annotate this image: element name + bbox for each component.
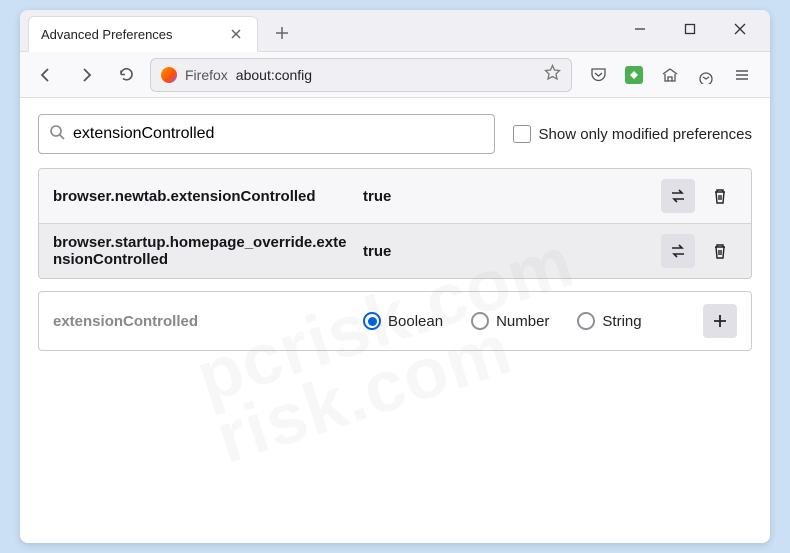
search-box[interactable] bbox=[38, 114, 495, 154]
radio-icon bbox=[471, 312, 489, 330]
radio-label: Boolean bbox=[388, 313, 443, 330]
new-tab-button[interactable] bbox=[266, 17, 298, 49]
extension-icon[interactable] bbox=[622, 63, 646, 87]
close-window-button[interactable] bbox=[726, 15, 754, 43]
radio-icon bbox=[577, 312, 595, 330]
radio-label: Number bbox=[496, 313, 549, 330]
back-button[interactable] bbox=[30, 59, 62, 91]
titlebar: Advanced Preferences bbox=[20, 10, 770, 52]
url-label: Firefox bbox=[185, 67, 228, 83]
bookmark-star-icon[interactable] bbox=[544, 64, 561, 86]
preference-row: browser.startup.homepage_override.extens… bbox=[39, 224, 751, 278]
checkbox-icon[interactable] bbox=[513, 125, 531, 143]
pocket-icon[interactable] bbox=[586, 63, 610, 87]
search-icon bbox=[49, 124, 65, 145]
pref-value: true bbox=[363, 188, 661, 205]
pref-name: browser.startup.homepage_override.extens… bbox=[53, 234, 363, 268]
browser-tab[interactable]: Advanced Preferences bbox=[28, 16, 258, 52]
add-preference-row: extensionControlled Boolean Number Strin… bbox=[38, 291, 752, 351]
maximize-button[interactable] bbox=[676, 15, 704, 43]
account-icon[interactable] bbox=[694, 63, 718, 87]
toolbar: Firefox about:config bbox=[20, 52, 770, 98]
search-input[interactable] bbox=[73, 125, 484, 143]
type-string-radio[interactable]: String bbox=[577, 312, 641, 330]
show-modified-checkbox[interactable]: Show only modified preferences bbox=[513, 125, 752, 143]
type-number-radio[interactable]: Number bbox=[471, 312, 549, 330]
firefox-icon bbox=[161, 67, 177, 83]
reload-button[interactable] bbox=[110, 59, 142, 91]
pref-name: browser.newtab.extensionControlled bbox=[53, 188, 363, 205]
close-tab-icon[interactable] bbox=[227, 25, 245, 43]
downloads-icon[interactable] bbox=[658, 63, 682, 87]
delete-button[interactable] bbox=[703, 234, 737, 268]
content-area: Show only modified preferences browser.n… bbox=[20, 98, 770, 543]
pref-value: true bbox=[363, 243, 661, 260]
type-boolean-radio[interactable]: Boolean bbox=[363, 312, 443, 330]
toggle-button[interactable] bbox=[661, 234, 695, 268]
radio-icon bbox=[363, 312, 381, 330]
add-button[interactable] bbox=[703, 304, 737, 338]
delete-button[interactable] bbox=[703, 179, 737, 213]
show-modified-label: Show only modified preferences bbox=[539, 126, 752, 143]
radio-label: String bbox=[602, 313, 641, 330]
tab-title: Advanced Preferences bbox=[41, 27, 227, 42]
toggle-button[interactable] bbox=[661, 179, 695, 213]
forward-button[interactable] bbox=[70, 59, 102, 91]
minimize-button[interactable] bbox=[626, 15, 654, 43]
menu-button[interactable] bbox=[730, 63, 754, 87]
url-value: about:config bbox=[236, 67, 312, 83]
url-bar[interactable]: Firefox about:config bbox=[150, 58, 572, 92]
preference-row: browser.newtab.extensionControlled true bbox=[39, 169, 751, 224]
add-pref-name: extensionControlled bbox=[53, 313, 363, 330]
preference-list: browser.newtab.extensionControlled true … bbox=[38, 168, 752, 279]
